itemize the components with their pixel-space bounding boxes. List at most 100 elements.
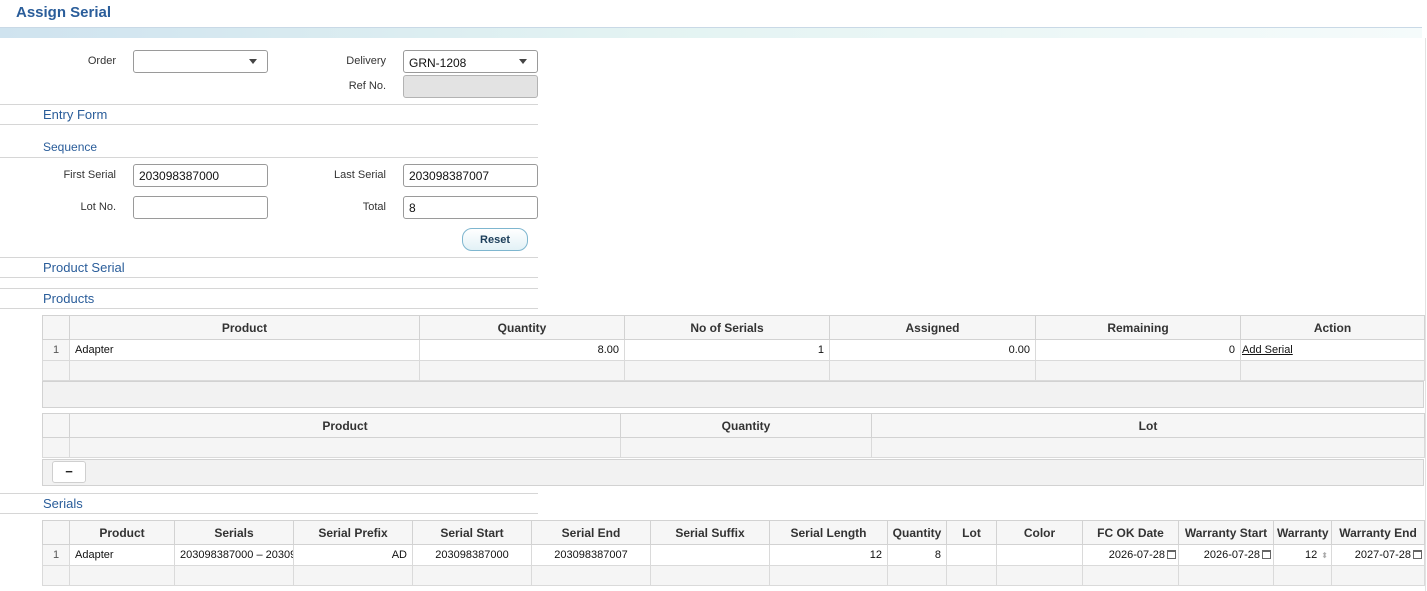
delivery-select[interactable]: GRN-1208	[403, 50, 538, 73]
total-label: Total	[362, 201, 386, 213]
column-header-fc-ok-date[interactable]: FC OK Date	[1082, 520, 1179, 545]
column-header-color[interactable]: Color	[996, 520, 1083, 545]
column-header-assigned[interactable]: Assigned	[829, 315, 1036, 340]
calendar-icon[interactable]	[1262, 550, 1271, 559]
cell-warranty-start[interactable]: 2026-07-28	[1178, 544, 1274, 566]
column-header-serial-end[interactable]: Serial End	[531, 520, 651, 545]
column-header-product[interactable]: Product	[69, 315, 420, 340]
column-header-no-of-serials[interactable]: No of Serials	[624, 315, 830, 340]
calendar-icon[interactable]	[1167, 550, 1176, 559]
divider	[0, 493, 538, 494]
warranty-end-value: 2027-07-28	[1354, 549, 1411, 561]
row-number: 1	[42, 339, 70, 361]
divider	[0, 308, 538, 309]
page-title: Assign Serial	[16, 4, 112, 21]
reset-button[interactable]: Reset	[462, 228, 528, 251]
column-header-quantity[interactable]: Quantity	[887, 520, 947, 545]
divider	[0, 124, 538, 125]
cell-warranty[interactable]: 12 ⬍	[1273, 544, 1332, 566]
column-header-quantity[interactable]: Quantity	[419, 315, 625, 340]
warranty-start-value: 2026-07-28	[1203, 549, 1260, 561]
products-table: Product Quantity No of Serials Assigned …	[42, 315, 1425, 381]
table-header-row: Product Quantity Lot	[42, 413, 1425, 438]
lot-table-footer	[42, 459, 1424, 486]
scroll-edge	[1425, 38, 1426, 591]
column-header-row-number	[42, 413, 70, 438]
cell-serial-prefix[interactable]: AD	[293, 544, 413, 566]
cell-color[interactable]	[996, 544, 1083, 566]
warranty-value: 12	[1305, 549, 1318, 561]
column-header-lot[interactable]: Lot	[871, 413, 1425, 438]
column-header-warranty-start[interactable]: Warranty Start	[1178, 520, 1274, 545]
first-serial-field[interactable]	[133, 164, 268, 187]
cell-serial-end[interactable]: 203098387007	[531, 544, 651, 566]
divider	[0, 513, 538, 514]
order-select[interactable]	[133, 50, 268, 73]
table-row-empty	[42, 437, 1425, 458]
divider	[0, 104, 538, 105]
chevron-down-icon	[249, 59, 257, 64]
title-bar	[0, 27, 1422, 38]
serials-table: Product Serials Serial Prefix Serial Sta…	[42, 520, 1425, 586]
table-header-row: Product Serials Serial Prefix Serial Sta…	[42, 520, 1425, 545]
cell-quantity[interactable]: 8.00	[419, 339, 625, 361]
cell-serial-length[interactable]: 12	[769, 544, 888, 566]
delivery-label: Delivery	[346, 55, 386, 67]
column-header-action[interactable]: Action	[1240, 315, 1425, 340]
column-header-serial-suffix[interactable]: Serial Suffix	[650, 520, 770, 545]
last-serial-field[interactable]	[403, 164, 538, 187]
lot-no-field[interactable]	[133, 196, 268, 219]
add-serial-link[interactable]: Add Serial	[1242, 344, 1293, 356]
section-products: Products	[43, 291, 95, 306]
cell-fc-ok-date[interactable]: 2026-07-28	[1082, 544, 1179, 566]
section-product-serial: Product Serial	[43, 260, 125, 275]
cell-serials[interactable]: 203098387000 – 203098387007	[174, 544, 294, 566]
divider	[0, 288, 538, 289]
ref-no-label: Ref No.	[348, 80, 386, 92]
lot-no-label: Lot No.	[80, 201, 116, 213]
column-header-lot[interactable]: Lot	[946, 520, 997, 545]
column-header-serials[interactable]: Serials	[174, 520, 294, 545]
table-row-empty	[42, 360, 1425, 381]
column-header-warranty[interactable]: Warranty	[1273, 520, 1332, 545]
table-row[interactable]: 1 Adapter 203098387000 – 203098387007 AD…	[42, 544, 1425, 566]
cell-assigned[interactable]: 0.00	[829, 339, 1036, 361]
column-header-quantity[interactable]: Quantity	[620, 413, 872, 438]
products-table-footer	[42, 381, 1424, 408]
cell-no-of-serials[interactable]: 1	[624, 339, 830, 361]
cell-quantity[interactable]: 8	[887, 544, 947, 566]
cell-remaining[interactable]: 0	[1035, 339, 1241, 361]
cell-serial-start[interactable]: 203098387000	[412, 544, 532, 566]
section-entry-form: Entry Form	[43, 107, 108, 122]
column-header-serial-start[interactable]: Serial Start	[412, 520, 532, 545]
column-header-remaining[interactable]: Remaining	[1035, 315, 1241, 340]
cell-lot[interactable]	[946, 544, 997, 566]
spinner-icon[interactable]: ⬍	[1321, 551, 1328, 560]
calendar-icon[interactable]	[1413, 550, 1422, 559]
section-sequence: Sequence	[43, 140, 98, 154]
section-serials: Serials	[43, 496, 83, 511]
cell-serial-suffix[interactable]	[650, 544, 770, 566]
lot-table: Product Quantity Lot	[42, 413, 1425, 458]
cell-warranty-end[interactable]: 2027-07-28	[1331, 544, 1425, 566]
delivery-value: GRN-1208	[409, 56, 467, 70]
table-row[interactable]: 1 Adapter 8.00 1 0.00 0 Add Serial	[42, 339, 1425, 361]
column-header-serial-length[interactable]: Serial Length	[769, 520, 888, 545]
column-header-row-number	[42, 315, 70, 340]
remove-row-button[interactable]: −	[52, 461, 86, 483]
total-field[interactable]	[403, 196, 538, 219]
column-header-product[interactable]: Product	[69, 520, 175, 545]
column-header-warranty-end[interactable]: Warranty End	[1331, 520, 1425, 545]
cell-product[interactable]: Adapter	[69, 544, 175, 566]
cell-action[interactable]: Add Serial	[1240, 339, 1425, 361]
divider	[0, 157, 538, 158]
column-header-serial-prefix[interactable]: Serial Prefix	[293, 520, 413, 545]
divider	[0, 257, 538, 258]
cell-product[interactable]: Adapter	[69, 339, 420, 361]
column-header-row-number	[42, 520, 70, 545]
table-row-empty	[42, 565, 1425, 586]
fc-ok-date-value: 2026-07-28	[1108, 549, 1165, 561]
chevron-down-icon	[519, 59, 527, 64]
column-header-product[interactable]: Product	[69, 413, 621, 438]
first-serial-label: First Serial	[63, 169, 116, 181]
